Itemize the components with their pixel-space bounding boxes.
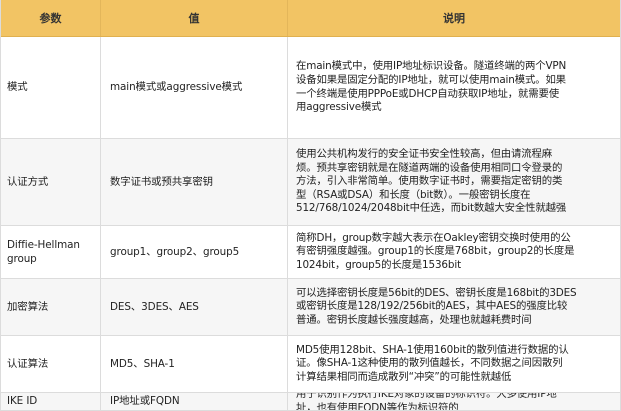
value-cell: IP地址或FQDN [101,393,288,410]
desc-text: MD5使用128bit、SHA-1使用160bit的散列值进行数据的认 证。像S… [296,343,569,383]
param-text: 模式 [7,81,28,94]
value-cell: 数字证书或预共享密钥 [101,139,288,225]
desc-cell: 简称DH，group数字越大表示在Oakley密钥交换时使用的公 有密钥强度越强… [288,226,620,278]
header-desc-label: 说明 [443,12,465,25]
desc-cell: 可以选择密钥长度是56bit的DES、密钥长度是168bit的3DES 或密钥长… [288,279,620,335]
table-row: 加密算法 DES、3DES、AES 可以选择密钥长度是56bit的DES、密钥长… [1,279,620,336]
table-row: IKE ID IP地址或FQDN 用于识别作为执行IKE对象的设备的标识符。大多… [1,393,620,410]
value-text: DES、3DES、AES [110,300,199,313]
value-cell: group1、group2、group5 [101,226,288,278]
param-cell: 认证算法 [1,336,101,392]
table-row: Diffie-Hellman group group1、group2、group… [1,226,620,279]
desc-cell: 用于识别作为执行IKE对象的设备的标识符。大多使用IP地 址，也有使用FQDN等… [288,393,620,410]
param-cell: IKE ID [1,393,101,410]
value-text: group1、group2、group5 [110,245,240,258]
param-text: IKE ID [7,395,38,408]
header-param: 参数 [1,0,101,36]
desc-text: 可以选择密钥长度是56bit的DES、密钥长度是168bit的3DES 或密钥长… [296,286,577,326]
table-row: 认证算法 MD5、SHA-1 MD5使用128bit、SHA-1使用160bit… [1,336,620,393]
param-text: 加密算法 [7,300,49,313]
param-cell: 加密算法 [1,279,101,335]
header-desc: 说明 [288,0,620,36]
param-text: 认证方式 [7,175,49,188]
ike-parameter-table: 参数 值 说明 模式 main模式或aggressive模式 在main模式中，… [0,0,621,411]
param-cell: Diffie-Hellman group [1,226,101,278]
table-row: 模式 main模式或aggressive模式 在main模式中，使用IP地址标识… [1,37,620,139]
header-param-label: 参数 [39,12,62,25]
desc-text: 在main模式中，使用IP地址标识设备。隧道终端的两个VPN 设备如果是固定分配… [296,60,567,114]
value-cell: MD5、SHA-1 [101,336,288,392]
desc-cell: MD5使用128bit、SHA-1使用160bit的散列值进行数据的认 证。像S… [288,336,620,392]
param-text: 认证算法 [7,357,49,370]
header-value-label: 值 [188,12,200,25]
value-text: IP地址或FQDN [110,395,180,408]
table-header-row: 参数 值 说明 [1,0,620,37]
desc-cell: 在main模式中，使用IP地址标识设备。隧道终端的两个VPN 设备如果是固定分配… [288,37,620,138]
desc-text: 使用公共机构发行的安全证书安全性较高，但由请流程麻 烦。预共享密钥就是在隧道两端… [296,148,567,215]
desc-text: 简称DH，group数字越大表示在Oakley密钥交换时使用的公 有密钥强度越强… [296,231,575,271]
header-value: 值 [101,0,288,36]
param-text: Diffie-Hellman group [7,238,80,265]
value-text: 数字证书或预共享密钥 [110,175,213,188]
value-cell: main模式或aggressive模式 [101,37,288,138]
desc-cell: 使用公共机构发行的安全证书安全性较高，但由请流程麻 烦。预共享密钥就是在隧道两端… [288,139,620,225]
value-text: MD5、SHA-1 [110,357,175,370]
value-cell: DES、3DES、AES [101,279,288,335]
param-cell: 认证方式 [1,139,101,225]
desc-text: 用于识别作为执行IKE对象的设备的标识符。大多使用IP地 址，也有使用FQDN等… [296,393,557,410]
value-text: main模式或aggressive模式 [110,81,243,94]
param-cell: 模式 [1,37,101,138]
table-row: 认证方式 数字证书或预共享密钥 使用公共机构发行的安全证书安全性较高，但由请流程… [1,139,620,226]
